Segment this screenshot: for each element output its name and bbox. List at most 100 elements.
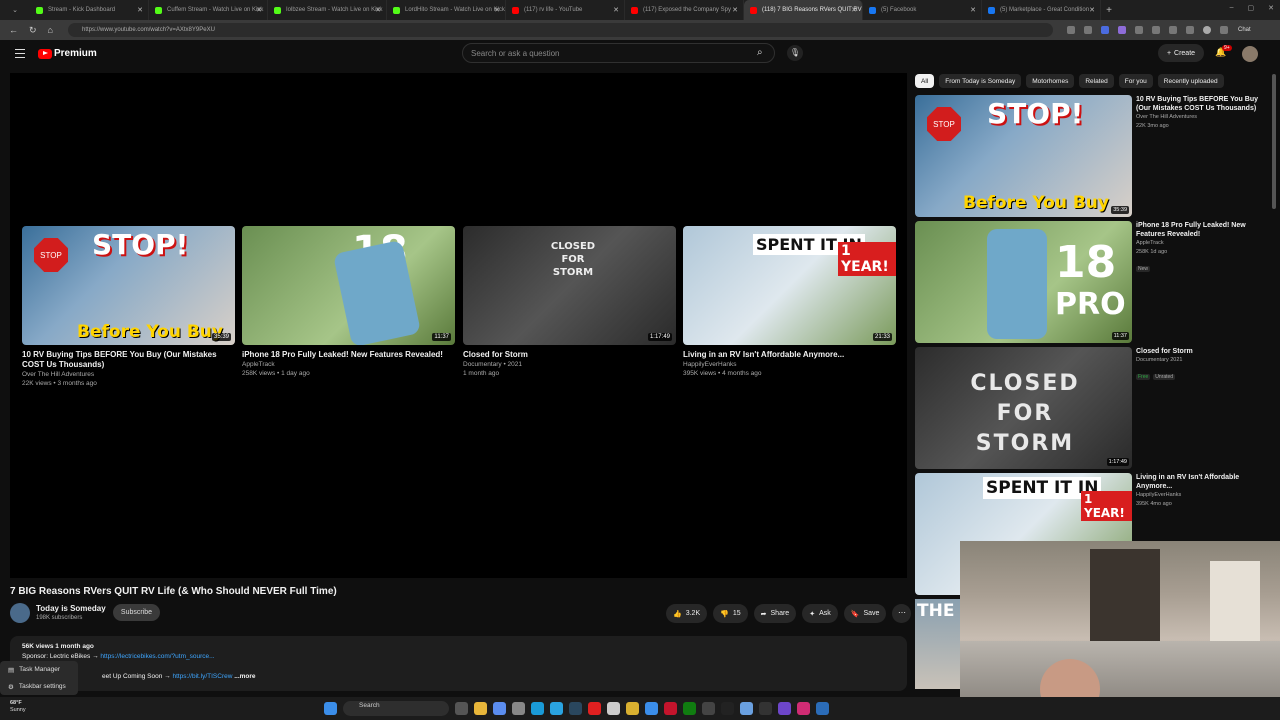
tab-actions-chevron-icon[interactable]: ⌄ [0,6,30,14]
video-thumbnail[interactable]: 18 11:37 [242,226,455,345]
star-icon[interactable] [1084,26,1092,34]
file-explorer-icon[interactable] [474,702,487,715]
rec-channel[interactable]: Documentary 2021 [1136,356,1264,365]
address-bar[interactable]: https://www.youtube.com/watch?v=AXtx8Y9P… [68,23,1053,37]
card-channel[interactable]: Documentary • 2021 [463,360,676,369]
account-avatar[interactable] [1242,46,1258,62]
channel-avatar[interactable] [10,603,30,623]
close-tab-icon[interactable]: ✕ [375,6,381,14]
dislike-button[interactable]: 👎 15 [713,604,748,623]
close-tab-icon[interactable]: ✕ [494,6,500,14]
browser-tab[interactable]: Stream - Kick Dashboard ✕ [30,0,149,20]
rec-channel[interactable]: AppleTrack [1136,239,1264,248]
video-thumbnail[interactable]: STOP STOP! Before You Buy 35:39 [915,95,1132,217]
menu-item-task-manager[interactable]: ▤ Task Manager [0,661,78,678]
channel-name[interactable]: Today is Someday [36,604,106,613]
chat-button[interactable]: Chat [1238,27,1251,33]
browser-tab[interactable]: (5) Facebook ✕ [863,0,982,20]
close-tab-icon[interactable]: ✕ [732,6,738,14]
browser-tab[interactable]: Iolbzee Stream - Watch Live on Kick ✕ [268,0,387,20]
close-tab-icon[interactable]: ✕ [851,6,857,14]
card-channel[interactable]: Over The Hill Adventures [22,370,235,379]
profile-icon[interactable] [1203,26,1211,34]
chrome-app-icon[interactable] [626,702,639,715]
video-thumbnail[interactable]: STOP STOP! Before You Buy 35:39 [22,226,235,345]
chip-motorhomes[interactable]: Motorhomes [1026,74,1075,88]
close-tab-icon[interactable]: ✕ [256,6,262,14]
menu-dots-icon[interactable] [1220,26,1228,34]
app-icon[interactable] [702,702,715,715]
chip-from-channel[interactable]: From Today is Someday [939,74,1022,88]
show-more-link[interactable]: ...more [234,673,255,680]
card-title[interactable]: iPhone 18 Pro Fully Leaked! New Features… [242,350,455,360]
steam-icon[interactable] [569,702,582,715]
video-thumbnail[interactable]: 18 PRO 11:37 [915,221,1132,343]
subscribe-button[interactable]: Subscribe [113,604,160,621]
youtube-app-icon[interactable] [588,702,601,715]
close-window-icon[interactable]: ✕ [1268,4,1274,12]
browser-tab[interactable]: (5) Marketplace - Great Condition ✕ [982,0,1101,20]
end-screen-card[interactable]: STOP STOP! Before You Buy 35:39 10 RV Bu… [22,226,235,388]
close-tab-icon[interactable]: ✕ [970,6,976,14]
hamburger-menu-icon[interactable] [15,49,25,61]
maximize-icon[interactable]: ▢ [1248,4,1255,12]
browser-tab[interactable]: (117) Exposed the Company Spy ✕ [625,0,744,20]
partial-thumbnail[interactable]: THE [915,599,960,689]
youtube-logo[interactable]: Premium [38,48,97,59]
app-icon[interactable] [778,702,791,715]
back-arrow-icon[interactable]: ← [9,25,18,36]
search-icon[interactable]: ⌕ [757,47,769,59]
card-title[interactable]: 10 RV Buying Tips BEFORE You Buy (Our Mi… [22,350,235,370]
chrome-icon[interactable] [550,702,563,715]
rec-title[interactable]: Closed for Storm [1136,347,1264,356]
video-thumbnail[interactable]: SPENT IT IN 1 YEAR! 21:33 [683,226,896,345]
scrollbar[interactable] [1272,74,1276,209]
home-icon[interactable]: ⌂ [48,25,53,36]
extension-icon[interactable] [1067,26,1075,34]
microphone-icon[interactable]: 🎙 [787,45,803,61]
capcut-icon[interactable] [721,702,734,715]
close-tab-icon[interactable]: ✕ [137,6,143,14]
card-channel[interactable]: HappilyEverHanks [683,360,896,369]
obs-icon[interactable] [759,702,772,715]
end-screen-card[interactable]: CLOSED FOR STORM 1:17:49 Closed for Stor… [463,226,676,378]
chip-for-you[interactable]: For you [1118,74,1153,88]
card-channel[interactable]: AppleTrack [242,360,455,369]
rec-channel[interactable]: Over The Hill Adventures [1136,113,1264,122]
ask-button[interactable]: ✦ Ask [802,604,838,623]
chip-related[interactable]: Related [1079,74,1114,88]
video-thumbnail[interactable]: CLOSED FOR STORM 1:17:49 [463,226,676,345]
puzzle-icon[interactable] [1152,26,1160,34]
save-button[interactable]: 🔖 Save [843,604,887,623]
share-button[interactable]: ➦ Share [753,604,797,623]
reload-icon[interactable]: ↻ [29,25,37,36]
card-title[interactable]: Closed for Storm [463,350,676,360]
windows-start-icon[interactable] [324,702,337,715]
menu-item-taskbar-settings[interactable]: ⚙ Taskbar settings [0,678,78,695]
edge-icon[interactable] [531,702,544,715]
extension-icon[interactable] [1118,26,1126,34]
weather-widget[interactable]: 68°F Sunny [10,700,26,714]
end-screen-card[interactable]: 18 11:37 iPhone 18 Pro Fully Leaked! New… [242,226,455,378]
taskbar-search[interactable]: Search [343,701,449,716]
rec-title[interactable]: iPhone 18 Pro Fully Leaked! New Features… [1136,221,1264,239]
like-button[interactable]: 👍 3.2K [666,604,708,623]
store-icon[interactable] [512,702,525,715]
adobe-icon[interactable] [664,702,677,715]
crew-link[interactable]: https://bit.ly/TISCrew [172,673,232,680]
browser-tab[interactable]: LordHito Stream - Watch Live on Kick ✕ [387,0,506,20]
minimize-icon[interactable]: – [1230,4,1234,12]
xbox-icon[interactable] [683,702,696,715]
create-button[interactable]: + Create [1158,44,1204,62]
task-view-icon[interactable] [455,702,468,715]
app-icon[interactable] [740,702,753,715]
app-icon[interactable] [607,702,620,715]
rec-title[interactable]: Living in an RV Isn't Affordable Anymore… [1136,473,1264,491]
copilot-icon[interactable] [493,702,506,715]
new-tab-button[interactable]: + [1101,5,1117,16]
video-thumbnail[interactable]: CLOSED FOR STORM 1:17:49 [915,347,1132,469]
extension-icon[interactable] [1101,26,1109,34]
chip-all[interactable]: All [915,74,935,88]
video-player[interactable]: STOP STOP! Before You Buy 35:39 10 RV Bu… [10,73,907,578]
rec-title[interactable]: 10 RV Buying Tips BEFORE You Buy (Our Mi… [1136,95,1264,113]
